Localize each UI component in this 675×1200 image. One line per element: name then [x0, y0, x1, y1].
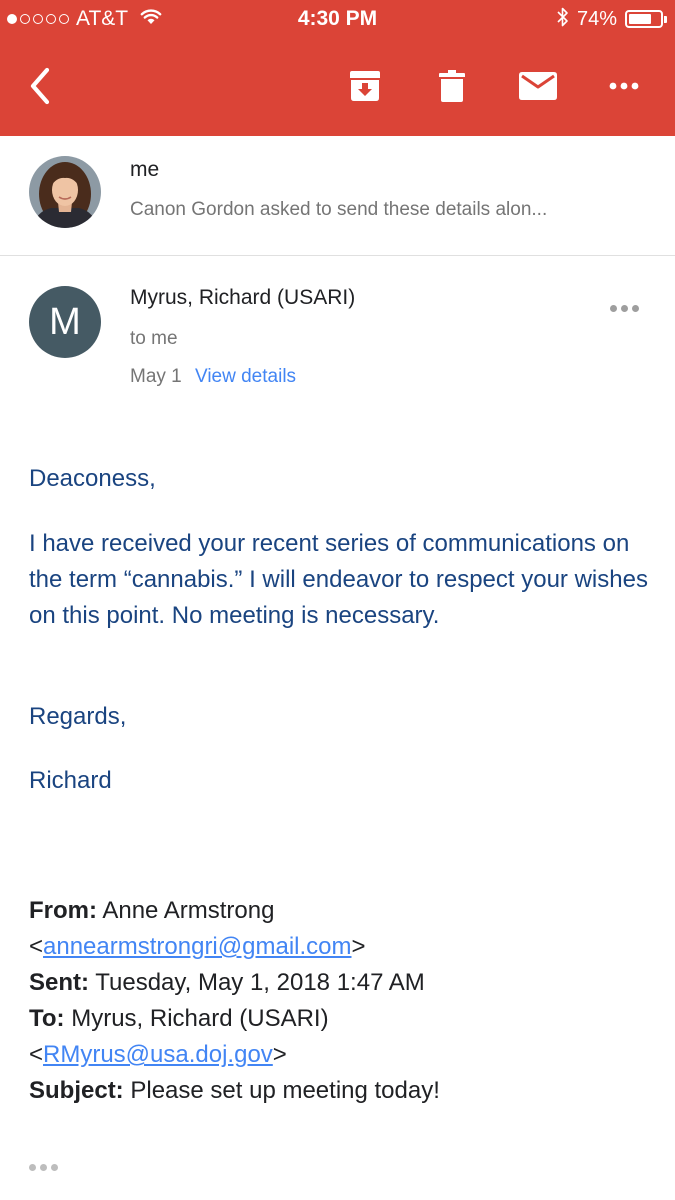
subject-label: Subject:	[29, 1077, 124, 1104]
more-dot-icon	[620, 304, 628, 312]
view-details-link[interactable]: View details	[195, 366, 296, 388]
toolbar	[0, 40, 675, 136]
trimmed-dot-icon	[51, 1163, 58, 1171]
to-email-link[interactable]: RMyrus@usa.doj.gov	[43, 1041, 273, 1068]
app-header: AT&T 4:30 PM 74%	[0, 0, 675, 136]
bluetooth-icon	[557, 6, 569, 33]
quoted-subject-line: Subject: Please set up meeting today!	[29, 1073, 649, 1109]
delete-button[interactable]	[428, 62, 476, 110]
quoted-sent-line: Sent: Tuesday, May 1, 2018 1:47 AM	[29, 965, 649, 1001]
delete-icon	[439, 70, 465, 102]
quoted-from-email-line: <annearmstrongri@gmail.com>	[29, 933, 366, 960]
more-dot-icon	[631, 304, 639, 312]
collapsed-snippet: Canon Gordon asked to send these details…	[130, 199, 548, 220]
back-button[interactable]	[16, 62, 64, 110]
trimmed-dot-icon	[40, 1163, 47, 1171]
quoted-to-email-line: <RMyrus@usa.doj.gov>	[29, 1041, 287, 1068]
sent-value: Tuesday, May 1, 2018 1:47 AM	[95, 969, 425, 996]
body-signature: Richard	[29, 767, 112, 794]
more-options-icon	[609, 82, 639, 90]
from-email-link[interactable]: annearmstrongri@gmail.com	[43, 933, 351, 960]
battery-icon	[625, 10, 667, 28]
mark-unread-icon	[519, 72, 557, 100]
collapsed-message[interactable]: me Canon Gordon asked to send these deta…	[0, 136, 675, 256]
quoted-from-line: From: Anne Armstrong	[29, 893, 649, 929]
back-arrow-icon	[30, 67, 50, 105]
more-options-button[interactable]	[600, 62, 648, 110]
from-name: Anne Armstrong	[102, 897, 275, 924]
status-bar: AT&T 4:30 PM 74%	[0, 0, 675, 40]
show-trimmed-content-button[interactable]	[29, 1160, 65, 1174]
recipient-line: to me	[130, 328, 178, 349]
subject-value: Please set up meeting today!	[130, 1077, 440, 1104]
collapsed-sender: me	[130, 158, 160, 181]
quoted-to-line: To: Myrus, Richard (USARI)	[29, 1001, 649, 1037]
sender-avatar: M	[29, 286, 101, 358]
body-paragraph: I have received your recent series of co…	[29, 530, 648, 629]
from-label: From:	[29, 897, 97, 924]
avatar	[29, 156, 101, 228]
battery-percent: 74%	[576, 7, 617, 30]
to-label: To:	[29, 1005, 65, 1032]
quoted-header: From: Anne Armstrong <annearmstrongri@gm…	[29, 893, 649, 1109]
message-menu-button[interactable]	[604, 296, 644, 320]
status-right: 74%	[557, 6, 667, 32]
more-dot-icon	[609, 304, 617, 312]
body-greeting: Deaconess,	[29, 465, 156, 492]
trimmed-dot-icon	[29, 1163, 36, 1171]
mark-unread-button[interactable]	[514, 62, 562, 110]
sent-label: Sent:	[29, 969, 89, 996]
sender-name: Myrus, Richard (USARI)	[130, 286, 356, 309]
message-date: May 1	[130, 366, 182, 387]
avatar-letter: M	[49, 300, 81, 343]
body-closing: Regards,	[29, 703, 127, 730]
to-name: Myrus, Richard (USARI)	[71, 1005, 329, 1032]
archive-icon	[350, 71, 380, 101]
archive-button[interactable]	[341, 62, 389, 110]
